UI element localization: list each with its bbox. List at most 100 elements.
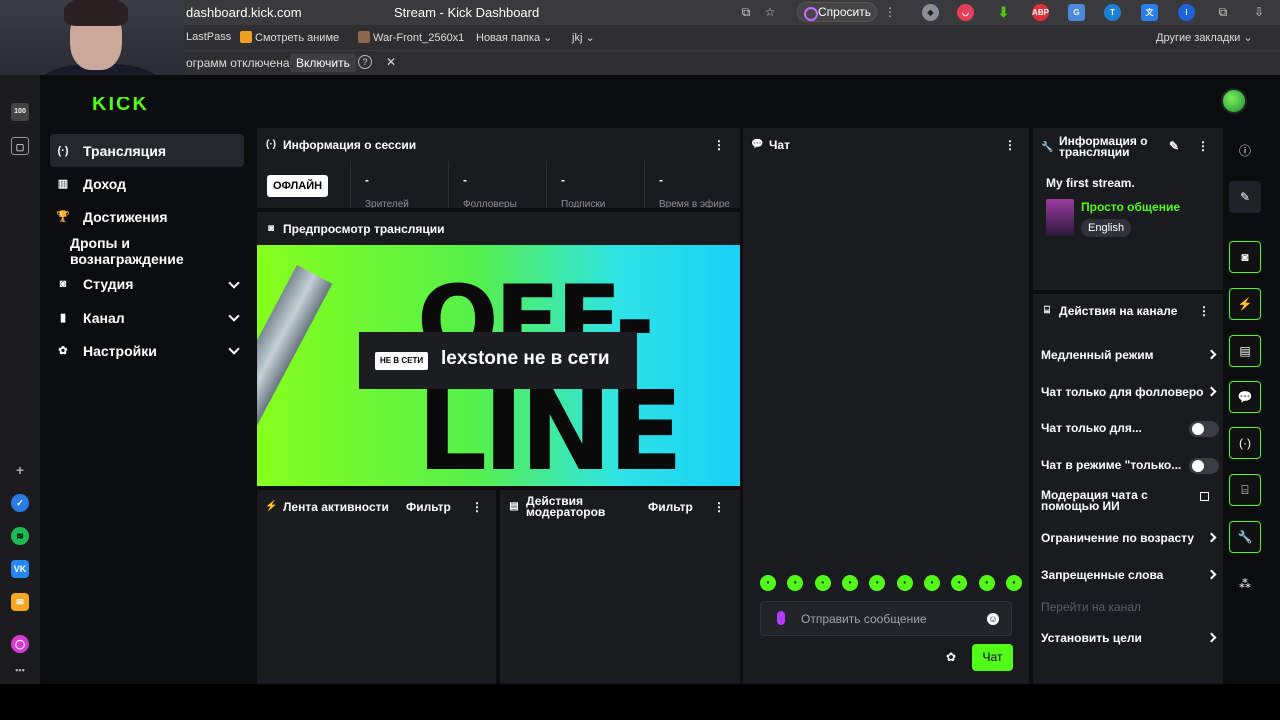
emote-icon[interactable]: • (760, 575, 776, 591)
microphone-icon[interactable] (777, 611, 785, 625)
broadcast-icon[interactable]: (·) (1229, 427, 1261, 459)
more-icon[interactable]: ⋮ (882, 4, 898, 20)
more-apps-icon[interactable]: ••• (11, 661, 29, 679)
sidebar-item-drops[interactable]: Дропы и вознаграждение (50, 234, 244, 267)
sidebar-item-label: Студия (83, 276, 134, 293)
adblock-extension-icon[interactable]: ABP (1032, 4, 1049, 21)
edit-icon[interactable]: ✎ (1229, 181, 1261, 213)
emote-icon[interactable]: • (978, 575, 995, 591)
bookmark-icon[interactable]: ☆ (762, 4, 778, 20)
emote-icon[interactable]: • (896, 575, 913, 591)
category-link[interactable]: Просто общение (1081, 200, 1180, 214)
enable-button[interactable]: Включить (290, 54, 356, 72)
add-icon[interactable]: + (11, 461, 29, 479)
download-extension-icon[interactable]: ⬇ (995, 4, 1012, 21)
emote-icon[interactable]: • (1005, 575, 1022, 591)
stream-preview[interactable]: OFF- LINE НЕ В СЕТИ lexstone не в сети (257, 245, 740, 486)
dock-badge[interactable]: 100 (11, 103, 29, 121)
info-icon[interactable]: ⓘ (1229, 135, 1261, 167)
action-slow-mode[interactable]: Медленный режим (1041, 348, 1219, 362)
sidebar-item-broadcast[interactable]: (·) Трансляция (50, 134, 244, 168)
more-options-icon[interactable]: ⋮ (1004, 138, 1016, 152)
bookmark-lastpass[interactable]: LastPass (186, 31, 231, 43)
more-options-icon[interactable]: ⋮ (1198, 304, 1210, 318)
emoji-icon[interactable]: ☺ (987, 613, 999, 625)
action-age-restriction[interactable]: Ограничение по возрасту (1041, 531, 1219, 545)
check-icon[interactable]: ✓ (11, 494, 29, 512)
bookmark-folder-jkj[interactable]: jkj ⌄ (572, 31, 595, 44)
lightning-icon[interactable]: ⚡ (1229, 288, 1261, 320)
webcam-person-hair (64, 0, 128, 26)
sidebar-item-channel[interactable]: ▮ Канал (50, 301, 244, 334)
emote-icon[interactable]: • (787, 575, 804, 591)
emote-icon[interactable]: • (951, 575, 968, 591)
action-followers-only[interactable]: Чат только для фолловеро (1041, 385, 1219, 399)
help-icon[interactable]: ? (358, 55, 372, 69)
emote-icon[interactable]: • (841, 575, 858, 591)
vk-icon[interactable]: VK (11, 560, 29, 578)
bookmark-warfront-label: War-Front_2560x1 (373, 32, 465, 44)
extensions-icon[interactable]: ⧉ (1215, 4, 1231, 20)
more-options-icon[interactable]: ⋮ (713, 500, 725, 514)
mail-icon[interactable]: ✉ (11, 593, 29, 611)
translate-extension-icon[interactable]: G (1068, 4, 1085, 21)
action-ai-moderation[interactable]: Модерация чата с помощью ИИ (1041, 489, 1191, 512)
chevron-right-icon (1206, 632, 1217, 643)
chat-input[interactable]: Отправить сообщение ☺ (760, 601, 1012, 636)
ask-ai-button[interactable]: Спросить (797, 2, 877, 22)
chat-bubble-icon[interactable]: 💬 (1229, 381, 1261, 413)
channel-actions-icon[interactable]: ⌸ (1229, 474, 1261, 506)
emote-icon[interactable]: • (814, 575, 831, 591)
sidebar-item-revenue[interactable]: ▥ Доход (50, 167, 244, 200)
sidebar-item-studio[interactable]: ◙ Студия (50, 268, 244, 301)
pocket-extension-icon[interactable]: ◡ (957, 4, 974, 21)
chat-bubble-icon: 💬 (751, 139, 764, 150)
close-icon[interactable]: ✕ (386, 55, 396, 69)
category-thumbnail[interactable] (1046, 199, 1074, 236)
emote-icon[interactable]: • (923, 575, 940, 591)
action-set-goals[interactable]: Установить цели (1041, 631, 1219, 645)
chat-settings-icon[interactable]: ✿ (946, 650, 956, 664)
bookmark-folder-new[interactable]: Новая папка ⌄ (476, 31, 552, 44)
wrench-icon[interactable]: 🔧 (1229, 521, 1261, 553)
chat-send-button[interactable]: Чат (972, 644, 1013, 671)
filter-button[interactable]: Фильтр (406, 500, 451, 514)
stat-value: - (463, 173, 467, 187)
screenshot-icon[interactable]: ▢ (11, 137, 29, 155)
more-options-icon[interactable]: ⋮ (1197, 139, 1209, 153)
apps-icon[interactable]: ⁂ (1229, 568, 1261, 600)
session-info-panel: (·) Информация о сессии ⋮ ОФЛАЙН - Зрите… (257, 128, 740, 208)
external-link-icon[interactable] (1200, 492, 1209, 501)
toggle-switch[interactable] (1189, 458, 1219, 474)
sidebar-item-label: Канал (83, 309, 125, 326)
studio-icon[interactable]: ◙ (1229, 241, 1261, 273)
bookmark-warfront[interactable]: War-Front_2560x1 (358, 31, 464, 44)
address-bar[interactable]: dashboard.kick.com (186, 5, 302, 20)
stat-label: Фолловеры (463, 199, 517, 208)
toggle-switch[interactable] (1189, 421, 1219, 437)
shield-extension-icon[interactable]: ◆ (922, 4, 939, 21)
kick-logo[interactable]: KICK (92, 97, 158, 111)
bookmark-anime[interactable]: Смотреть аниме (240, 31, 339, 44)
sidebar-item-settings[interactable]: ✿ Настройки (50, 334, 244, 367)
downloads-icon[interactable]: ⇩ (1251, 4, 1267, 20)
emote-bar: • • • • • • • • • • (760, 575, 1022, 595)
info-extension-icon[interactable]: i (1178, 4, 1195, 21)
emote-icon[interactable]: • (869, 575, 886, 591)
stream-preview-panel: ◙ Предпросмотр трансляции (257, 212, 740, 245)
notes-icon[interactable]: ▤ (1229, 335, 1261, 367)
user-avatar[interactable] (1221, 88, 1247, 114)
edit-icon[interactable]: ✎ (1169, 139, 1179, 153)
action-go-to-channel[interactable]: Перейти на канал (1041, 600, 1219, 614)
alice-icon[interactable]: ◯ (11, 635, 29, 653)
sidebar-item-achievements[interactable]: 🏆 Достижения (50, 201, 244, 234)
spotify-icon[interactable]: ≋ (11, 527, 29, 545)
more-options-icon[interactable]: ⋮ (471, 500, 483, 514)
t-extension-icon[interactable]: T (1104, 4, 1121, 21)
action-banned-words[interactable]: Запрещенные слова (1041, 568, 1219, 582)
language-extension-icon[interactable]: 文 (1141, 4, 1158, 21)
tab-manager-icon[interactable]: ⧉ (738, 4, 754, 20)
more-options-icon[interactable]: ⋮ (713, 138, 725, 152)
other-bookmarks[interactable]: Другие закладки ⌄ (1156, 31, 1253, 44)
filter-button[interactable]: Фильтр (648, 500, 693, 514)
